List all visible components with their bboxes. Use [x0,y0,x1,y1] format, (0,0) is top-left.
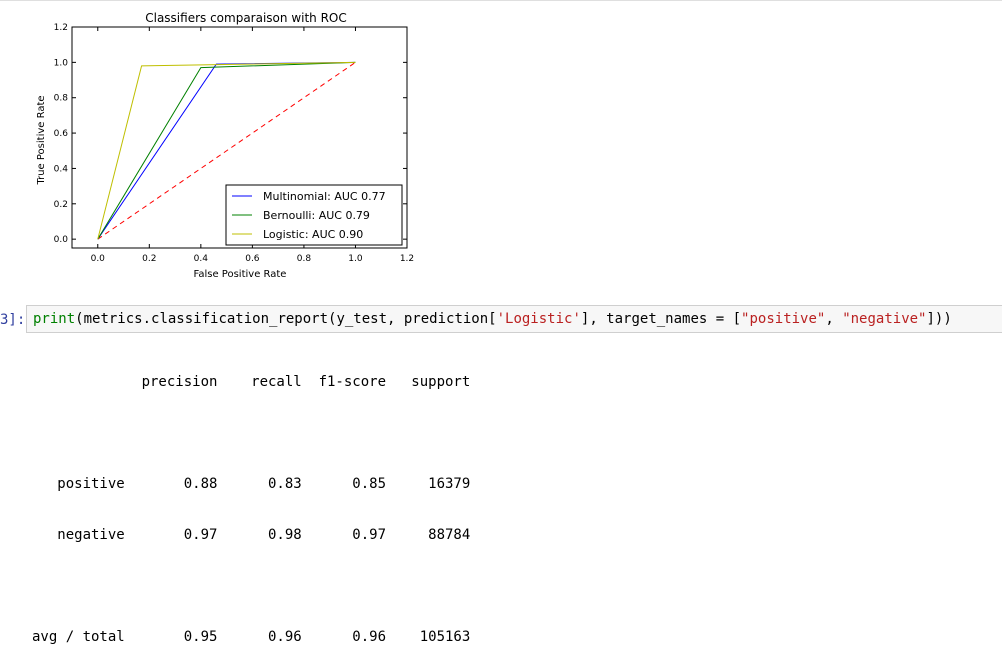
chart-legend: Multinomial: AUC 0.77 Bernoulli: AUC 0.79… [225,184,403,246]
x-tick-label: 0.4 [194,254,209,264]
code-string-2: "positive" [741,311,826,327]
x-tick-label: 0.8 [297,254,312,264]
cell-prompt: 3]: [0,312,26,328]
x-tick-label: 1.0 [348,254,363,264]
code-cell-input[interactable]: print(metrics.classification_report(y_te… [26,305,1002,333]
x-tick-label: 0.0 [91,254,106,264]
legend-label-1: Bernoulli: AUC 0.79 [263,209,370,222]
y-tick-label: 0.6 [54,129,69,139]
report-row-positive: positive 0.88 0.83 0.85 16379 [32,476,471,492]
y-tick-label: 1.0 [54,58,69,68]
code-part-3: , [825,311,843,327]
chart-title: Classifiers comparaison with ROC [145,11,347,25]
y-axis-label: True Positive Rate [36,95,47,185]
report-row-avg-total: avg / total 0.95 0.96 0.96 105163 [32,629,471,645]
report-header: precision recall f1-score support [32,374,471,390]
report-blank [32,578,470,595]
code-string-1: 'Logistic' [496,311,581,327]
code-line[interactable]: print(metrics.classification_report(y_te… [33,311,952,327]
y-tick-label: 0.0 [54,235,69,245]
y-tick-label: 0.2 [54,200,68,210]
classification-report-output: precision recall f1-score support positi… [32,340,470,663]
x-tick-label: 1.2 [400,254,414,264]
x-tick-label: 0.6 [245,254,260,264]
code-part-2: ], target_names = [ [580,311,742,327]
report-blank [32,425,470,442]
roc-chart-svg: Classifiers comparaison with ROC 0.0 0.2 0… [36,11,414,280]
legend-label-0: Multinomial: AUC 0.77 [263,190,386,203]
code-part-4: ])) [926,311,952,327]
x-axis-label: False Positive Rate [194,269,287,280]
x-tick-label: 0.2 [142,254,156,264]
roc-chart: Classifiers comparaison with ROC 0.0 0.2 0… [0,0,430,290]
legend-label-2: Logistic: AUC 0.90 [263,228,363,241]
y-tick-label: 0.8 [54,94,69,104]
code-string-3: "negative" [842,311,927,327]
report-row-negative: negative 0.97 0.98 0.97 88784 [32,527,471,543]
code-part-1: (metrics.classification_report(y_test, p… [75,311,497,327]
y-tick-label: 1.2 [54,23,68,33]
code-func: print [33,311,76,327]
y-tick-label: 0.4 [54,164,69,174]
